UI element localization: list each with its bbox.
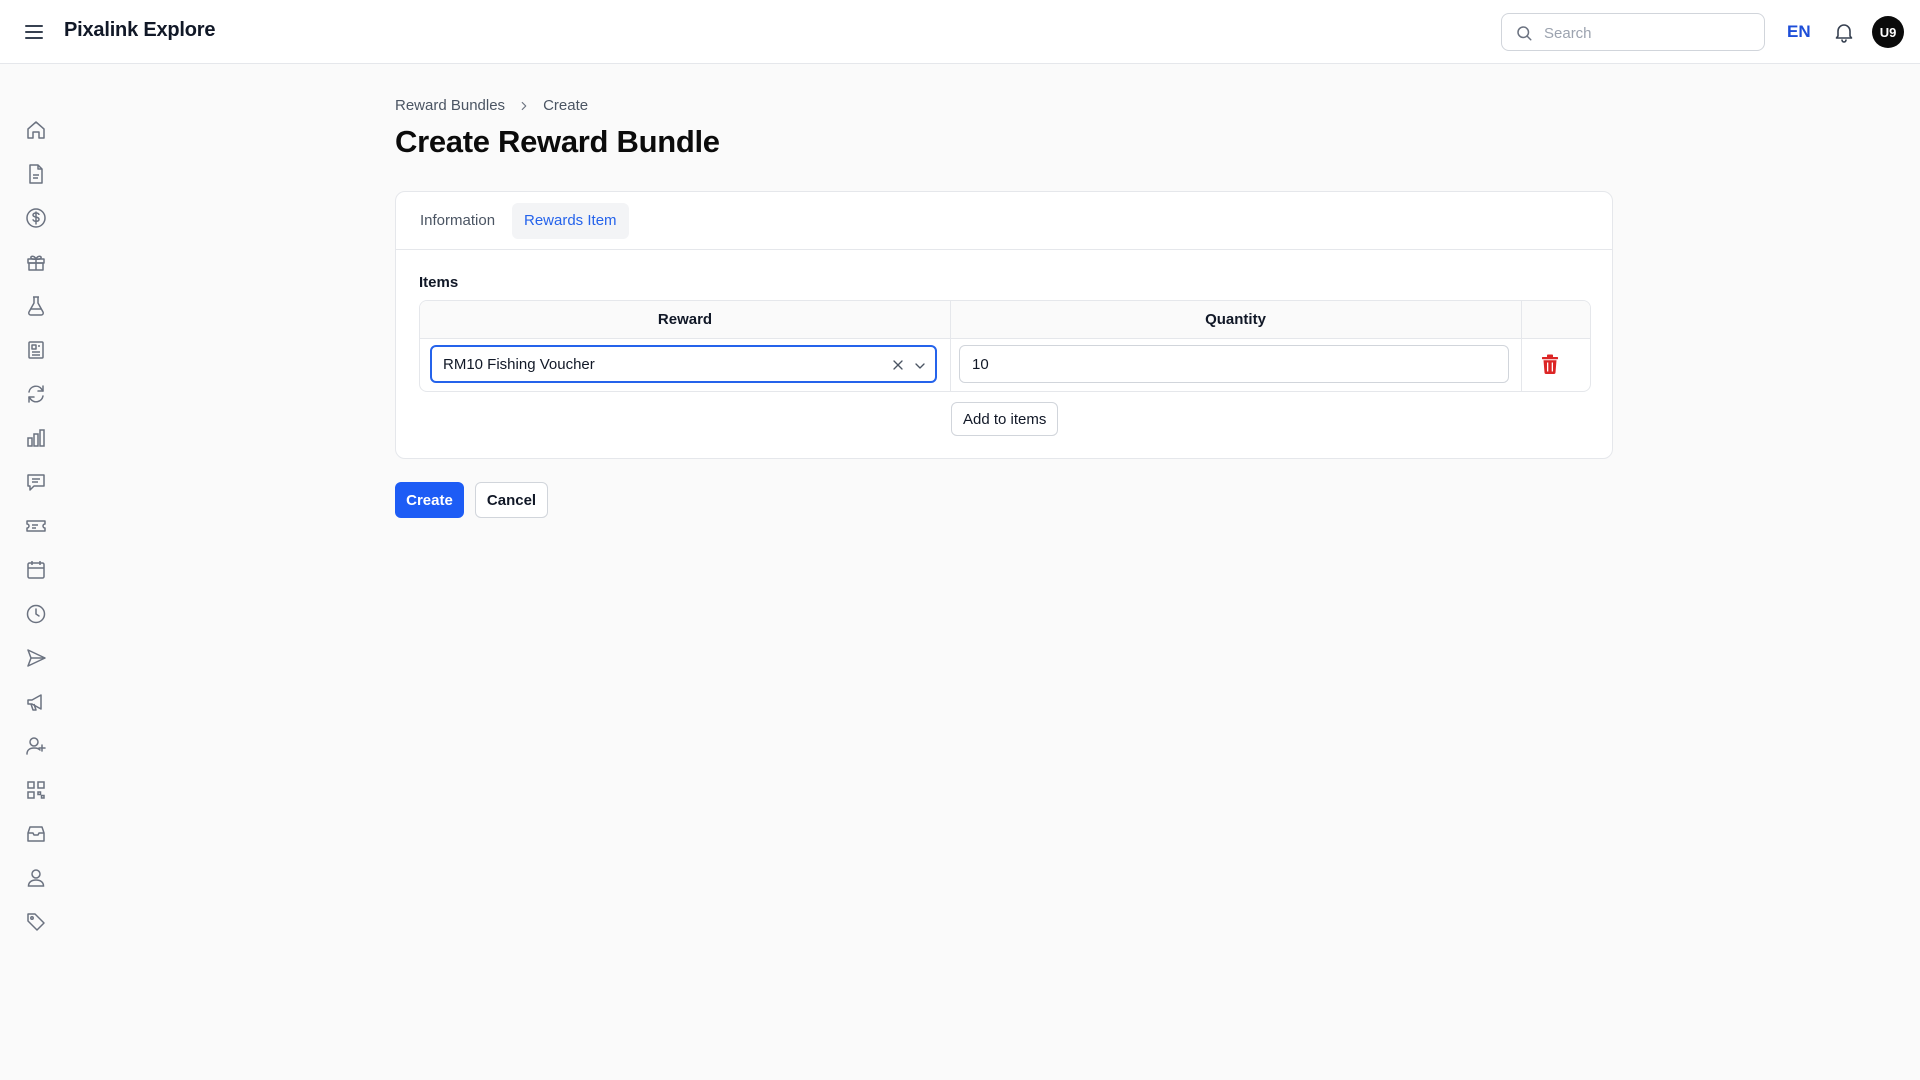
items-label: Items: [419, 274, 459, 291]
chevron-right-icon: [517, 99, 531, 113]
quantity-input[interactable]: [959, 345, 1509, 383]
calendar-icon: [27, 561, 45, 579]
user-icon: [27, 869, 45, 887]
breadcrumb-current: Create: [543, 97, 589, 114]
breadcrumb: Reward Bundles Create: [395, 97, 588, 114]
sidebar-item-documents[interactable]: [22, 160, 50, 188]
sidebar-item-add-user[interactable]: [22, 732, 50, 760]
newspaper-icon: [28, 341, 44, 359]
top-bar: Pixalink Explore EN U9: [0, 0, 1920, 64]
tab-information[interactable]: Information: [408, 203, 507, 239]
delete-row-button[interactable]: [1539, 353, 1561, 375]
sidebar-item-qr[interactable]: [22, 776, 50, 804]
add-to-items-button[interactable]: Add to items: [951, 402, 1059, 436]
reward-select[interactable]: RM10 Fishing Voucher: [430, 345, 937, 383]
sidebar-item-users[interactable]: [22, 864, 50, 892]
language-selector[interactable]: EN: [1787, 22, 1811, 42]
column-header-quantity: Quantity: [950, 301, 1522, 338]
tab-rewards-item[interactable]: Rewards Item: [512, 203, 629, 239]
cancel-button[interactable]: Cancel: [475, 482, 548, 518]
reward-select-value: RM10 Fishing Voucher: [443, 356, 595, 373]
dollar-icon: [26, 208, 46, 228]
flask-icon: [27, 296, 45, 316]
sidebar-item-tickets[interactable]: [22, 512, 50, 540]
inbox-icon: [27, 826, 45, 842]
column-divider: [1521, 338, 1522, 391]
clear-icon[interactable]: [890, 357, 906, 373]
document-icon: [29, 164, 43, 184]
form-card: Information Rewards Item Items Reward Qu…: [395, 191, 1613, 459]
column-divider: [950, 338, 951, 391]
search-box[interactable]: [1501, 13, 1765, 52]
clock-icon: [26, 604, 46, 624]
page-title: Create Reward Bundle: [395, 124, 720, 159]
search-icon: [1515, 24, 1533, 42]
app-title: Pixalink Explore: [64, 19, 216, 41]
search-input[interactable]: [1542, 14, 1756, 52]
bell-icon[interactable]: [1832, 20, 1856, 44]
create-button[interactable]: Create: [395, 482, 464, 518]
breadcrumb-parent[interactable]: Reward Bundles: [395, 97, 505, 114]
sidebar-item-rewards[interactable]: [22, 248, 50, 276]
trash-icon: [1542, 354, 1558, 374]
sidebar-item-lab[interactable]: [22, 292, 50, 320]
bar-chart-icon: [27, 429, 45, 447]
home-icon: [27, 121, 45, 139]
send-icon: [27, 649, 46, 667]
user-plus-icon: [26, 737, 46, 755]
avatar[interactable]: U9: [1872, 16, 1904, 48]
refresh-icon: [28, 385, 44, 403]
tab-bar: Information Rewards Item: [396, 192, 1612, 250]
sidebar-item-tags[interactable]: [22, 908, 50, 936]
megaphone-icon: [27, 694, 42, 711]
sidebar-item-news[interactable]: [22, 336, 50, 364]
sidebar-item-campaigns[interactable]: [22, 688, 50, 716]
qr-code-icon: [27, 781, 45, 799]
sidebar-item-inbox[interactable]: [22, 820, 50, 848]
gift-icon: [27, 255, 45, 271]
message-icon: [27, 474, 45, 491]
tag-icon: [27, 913, 45, 931]
sidebar-item-send[interactable]: [22, 644, 50, 672]
sidebar-item-finance[interactable]: [22, 204, 50, 232]
chevron-down-icon[interactable]: [912, 358, 928, 374]
sidebar-item-sync[interactable]: [22, 380, 50, 408]
menu-icon[interactable]: [20, 18, 48, 46]
sidebar-item-history[interactable]: [22, 600, 50, 628]
table-header: Reward Quantity: [420, 301, 1590, 339]
sidebar-item-analytics[interactable]: [22, 424, 50, 452]
ticket-icon: [26, 520, 46, 532]
sidebar-item-home[interactable]: [22, 116, 50, 144]
sidebar-item-messages[interactable]: [22, 468, 50, 496]
sidebar-item-calendar[interactable]: [22, 556, 50, 584]
column-header-reward: Reward: [420, 301, 951, 338]
items-table: Reward Quantity RM10 Fishing Voucher: [419, 300, 1591, 392]
